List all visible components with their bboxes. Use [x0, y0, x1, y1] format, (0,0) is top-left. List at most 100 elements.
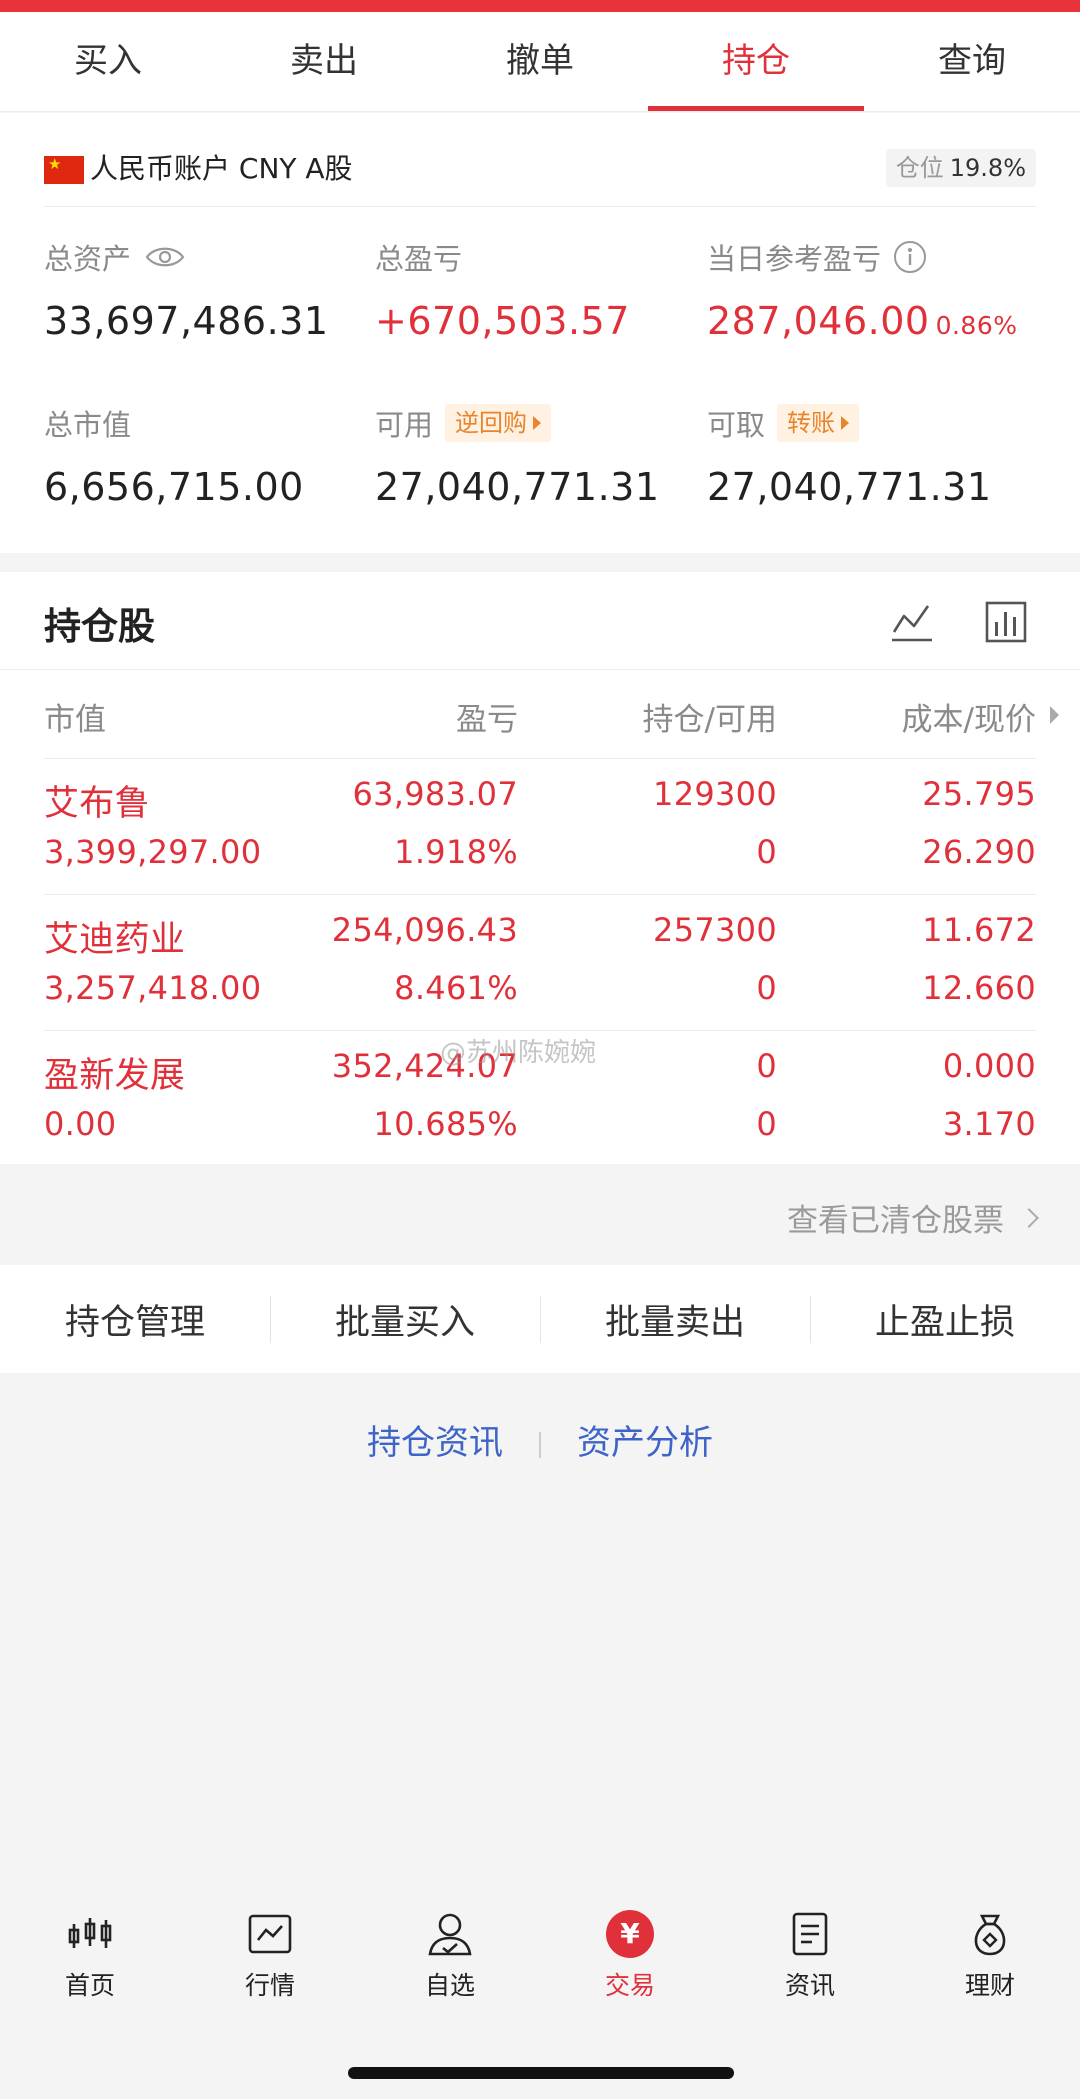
stock-available: 0: [756, 1105, 777, 1143]
position-ratio-label: 仓位: [895, 154, 944, 182]
market-value-value: 6,656,715.00: [44, 465, 304, 509]
transfer-label: 转账: [787, 409, 836, 437]
asset-analysis-link[interactable]: 资产分析: [577, 1423, 713, 1463]
available-label: 可用: [375, 408, 434, 442]
stock-holding: 257300: [653, 911, 777, 949]
position-management-button[interactable]: 持仓管理: [0, 1294, 270, 1345]
candlestick-icon: [68, 1918, 112, 1948]
reverse-repo-label: 逆回购: [455, 409, 528, 437]
eye-icon[interactable]: [145, 245, 185, 269]
position-actions: 持仓管理 批量买入 批量卖出 止盈止损: [0, 1265, 1080, 1373]
total-pnl: 总盈亏 +670,503.57: [375, 237, 630, 343]
user-check-icon: [428, 1913, 472, 1956]
transfer-button[interactable]: 转账: [777, 404, 860, 442]
tab-market-label: 行情: [244, 1971, 295, 2000]
stock-pnl: 63,983.07: [352, 775, 518, 813]
col-market-value[interactable]: 市值: [44, 694, 106, 739]
account-name: 人民币账户 CNY A股: [90, 152, 353, 185]
account-summary: ★ 人民币账户 CNY A股 仓位 19.8% 总资产 33,697,486.31…: [0, 113, 1080, 553]
trade-tabs: 买入 卖出 撤单 持仓 查询: [0, 12, 1080, 112]
col-holding[interactable]: 持仓/可用: [643, 694, 777, 739]
holdings-table: 艾布鲁 3,399,297.00 63,983.07 1.918% 129300…: [44, 758, 1036, 1166]
position-ratio-value: 19.8%: [949, 154, 1026, 182]
batch-sell-button[interactable]: 批量卖出: [540, 1294, 810, 1345]
tab-cancel[interactable]: 撤单: [432, 12, 648, 111]
scroll-right-icon[interactable]: [1050, 706, 1059, 724]
stock-name: 艾布鲁: [44, 784, 150, 824]
total-assets-label: 总资产: [44, 242, 132, 276]
tab-news[interactable]: 资讯: [720, 1880, 900, 2099]
market-value-label: 总市值: [44, 408, 132, 442]
available-value: 27,040,771.31: [375, 465, 660, 509]
stock-price: 26.290: [922, 833, 1036, 871]
stock-market-value: 3,399,297.00: [44, 833, 262, 871]
stop-profit-loss-button[interactable]: 止盈止损: [810, 1294, 1080, 1345]
holdings-title: 持仓股: [44, 605, 155, 648]
triangle-right-icon: [533, 416, 542, 430]
stock-market-value: 3,257,418.00: [44, 969, 262, 1007]
tab-sell[interactable]: 卖出: [216, 12, 432, 111]
total-pnl-value: +670,503.57: [375, 299, 630, 343]
stock-available: 0: [756, 969, 777, 1007]
stock-cost: 0.000: [942, 1047, 1036, 1085]
tab-buy[interactable]: 买入: [0, 12, 216, 111]
tab-watchlist-label: 自选: [424, 1971, 475, 2000]
stock-cost: 11.672: [922, 911, 1036, 949]
reverse-repo-button[interactable]: 逆回购: [445, 404, 552, 442]
table-row[interactable]: 艾迪药业 3,257,418.00 254,096.43 8.461% 2573…: [44, 894, 1036, 1030]
tab-positions[interactable]: 持仓: [648, 12, 864, 111]
stock-price: 12.660: [922, 969, 1036, 1007]
stock-pnl-pct: 8.461%: [394, 969, 518, 1007]
tab-wealth-label: 理财: [964, 1971, 1015, 2000]
bar-chart-icon[interactable]: [984, 600, 1028, 644]
yen-icon: ¥: [606, 1910, 654, 1958]
stock-pnl-pct: 10.685%: [373, 1105, 518, 1143]
tab-query[interactable]: 查询: [864, 12, 1080, 111]
holdings-section: 持仓股 市值 盈亏 持仓/可用 成本/现价 艾布鲁 3,399,297.00 6…: [0, 572, 1080, 1164]
tab-home[interactable]: 首页: [0, 1880, 180, 2099]
info-icon[interactable]: [893, 240, 927, 274]
china-flag-icon: ★: [44, 156, 84, 184]
daily-pnl: 当日参考盈亏 287,046.00 0.86%: [707, 237, 1018, 343]
stock-available: 0: [756, 833, 777, 871]
holdings-column-header: 市值 盈亏 持仓/可用 成本/现价: [0, 670, 1080, 758]
home-indicator[interactable]: [348, 2067, 734, 2079]
daily-pnl-value: 287,046.00: [707, 299, 930, 343]
holding-news-link[interactable]: 持仓资讯: [367, 1423, 503, 1463]
stock-pnl-pct: 1.918%: [394, 833, 518, 871]
holdings-header: 持仓股: [0, 572, 1080, 670]
cleared-stocks-row: 查看已清仓股票: [0, 1165, 1080, 1265]
money-bag-icon: [974, 1914, 1006, 1956]
line-chart-icon[interactable]: [890, 600, 934, 644]
batch-buy-button[interactable]: 批量买入: [270, 1294, 540, 1345]
stock-name: 盈新发展: [44, 1056, 186, 1096]
chevron-right-icon: [1019, 1207, 1039, 1228]
account-header[interactable]: ★ 人民币账户 CNY A股 仓位 19.8%: [44, 133, 1036, 207]
col-pnl[interactable]: 盈亏: [456, 694, 518, 739]
withdrawable-value: 27,040,771.31: [707, 465, 992, 509]
stock-holding: 0: [756, 1047, 777, 1085]
stock-name: 艾迪药业: [44, 920, 186, 960]
total-pnl-label: 总盈亏: [375, 242, 463, 276]
available-funds: 可用 逆回购 27,040,771.31: [375, 403, 660, 509]
tab-trade-label: 交易: [604, 1971, 655, 2000]
withdrawable-funds: 可取 转账 27,040,771.31: [707, 403, 992, 509]
col-cost-price[interactable]: 成本/现价: [902, 694, 1036, 739]
triangle-right-icon: [841, 416, 850, 430]
tab-news-label: 资讯: [784, 1971, 835, 2000]
daily-pnl-label: 当日参考盈亏: [707, 242, 882, 276]
document-icon: [792, 1912, 828, 1956]
tab-market[interactable]: 行情: [180, 1880, 360, 2099]
position-ratio-badge: 仓位 19.8%: [885, 149, 1036, 187]
table-row[interactable]: 艾布鲁 3,399,297.00 63,983.07 1.918% 129300…: [44, 758, 1036, 894]
tab-wealth[interactable]: 理财: [900, 1880, 1080, 2099]
stock-market-value: 0.00: [44, 1105, 117, 1143]
stock-cost: 25.795: [922, 775, 1036, 813]
daily-pnl-pct: 0.86%: [935, 311, 1018, 340]
divider: [539, 1431, 541, 1458]
status-bar-strip: [0, 0, 1080, 12]
watermark: @苏州陈婉婉: [440, 1038, 597, 1068]
cleared-stocks-link[interactable]: 查看已清仓股票: [787, 1195, 1039, 1240]
market-value: 总市值 6,656,715.00: [44, 403, 304, 509]
cleared-stocks-label: 查看已清仓股票: [787, 1203, 1004, 1239]
